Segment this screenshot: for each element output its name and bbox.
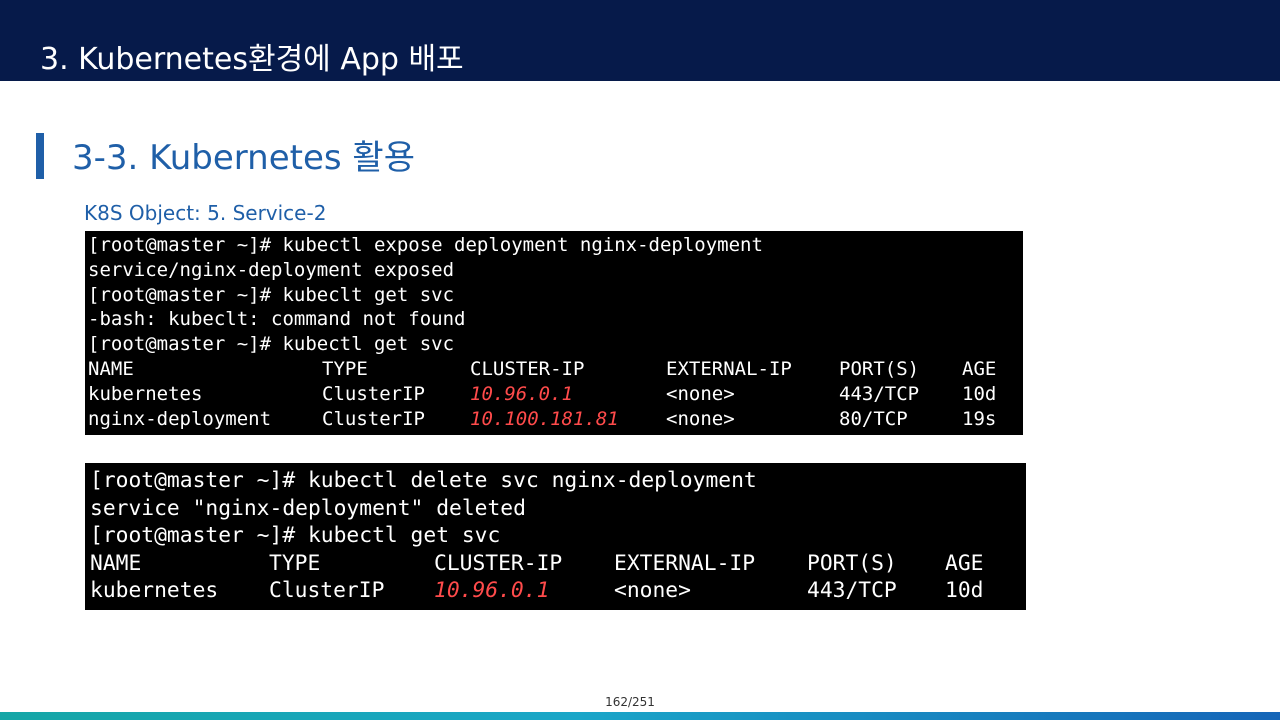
col-header-type: TYPE [269, 550, 321, 576]
section-accent-bar [36, 133, 44, 179]
terminal-line: [root@master ~]# kubectl get svc [88, 333, 455, 356]
cell-name: kubernetes [90, 578, 219, 604]
section-title: 3-3. Kubernetes 활용 [72, 138, 415, 178]
col-header-ports: PORT(S) [807, 550, 897, 576]
cell-external-ip: <none> [614, 578, 691, 604]
cell-type: ClusterIP [322, 382, 425, 405]
table-row: kubernetes ClusterIP 10.96.0.1 <none> 44… [88, 382, 1018, 407]
cell-ports: 443/TCP [839, 382, 920, 405]
col-header-name: NAME [90, 550, 142, 576]
cell-age: 10d [962, 382, 997, 405]
cell-type: ClusterIP [322, 407, 425, 430]
cell-name: kubernetes [88, 382, 203, 405]
cell-cluster-ip: 10.96.0.1 [434, 578, 550, 604]
cell-type: ClusterIP [269, 578, 385, 604]
table-header-row: NAME TYPE CLUSTER-IP EXTERNAL-IP PORT(S)… [88, 357, 1018, 382]
col-header-external-ip: EXTERNAL-IP [614, 550, 756, 576]
cell-ports: 80/TCP [839, 407, 908, 430]
col-header-cluster-ip: CLUSTER-IP [470, 358, 585, 380]
cell-name: nginx-deployment [88, 407, 272, 430]
sub-caption: K8S Object: 5. Service-2 [84, 201, 327, 225]
cell-cluster-ip: 10.96.0.1 [470, 382, 573, 405]
terminal-line: [root@master ~]# kubectl delete svc ngin… [90, 468, 757, 493]
cell-age: 19s [962, 407, 997, 430]
terminal-screenshot-1: [root@master ~]# kubectl expose deployme… [85, 231, 1023, 435]
terminal-line: [root@master ~]# kubeclt get svc [88, 283, 455, 306]
cell-cluster-ip: 10.100.181.81 [470, 407, 619, 430]
table-row: nginx-deployment ClusterIP 10.100.181.81… [88, 407, 1018, 432]
terminal-line: [root@master ~]# kubectl expose deployme… [88, 234, 763, 256]
col-header-type: TYPE [322, 358, 368, 380]
col-header-age: AGE [945, 550, 984, 576]
table-row: kubernetes ClusterIP 10.96.0.1 <none> 44… [90, 577, 1020, 605]
table-header-row: NAME TYPE CLUSTER-IP EXTERNAL-IP PORT(S)… [90, 550, 1020, 578]
col-header-age: AGE [962, 358, 997, 380]
cell-external-ip: <none> [666, 382, 735, 405]
cell-external-ip: <none> [666, 407, 735, 430]
col-header-cluster-ip: CLUSTER-IP [434, 550, 563, 576]
col-header-ports: PORT(S) [839, 358, 920, 380]
terminal-line: [root@master ~]# kubectl get svc [90, 523, 501, 549]
page-number: 162/251 [605, 695, 655, 709]
cell-ports: 443/TCP [807, 578, 897, 604]
col-header-name: NAME [88, 358, 134, 380]
slide-title: 3. Kubernetes환경에 App 배포 [40, 42, 464, 77]
terminal-line: -bash: kubeclt: command not found [88, 308, 466, 331]
col-header-external-ip: EXTERNAL-IP [666, 358, 792, 380]
cell-age: 10d [945, 578, 984, 604]
terminal-screenshot-2: [root@master ~]# kubectl delete svc ngin… [85, 463, 1026, 610]
terminal-line: service "nginx-deployment" deleted [90, 495, 526, 521]
footer-gradient-bar [0, 712, 1280, 720]
terminal-line: service/nginx-deployment exposed [88, 258, 455, 281]
